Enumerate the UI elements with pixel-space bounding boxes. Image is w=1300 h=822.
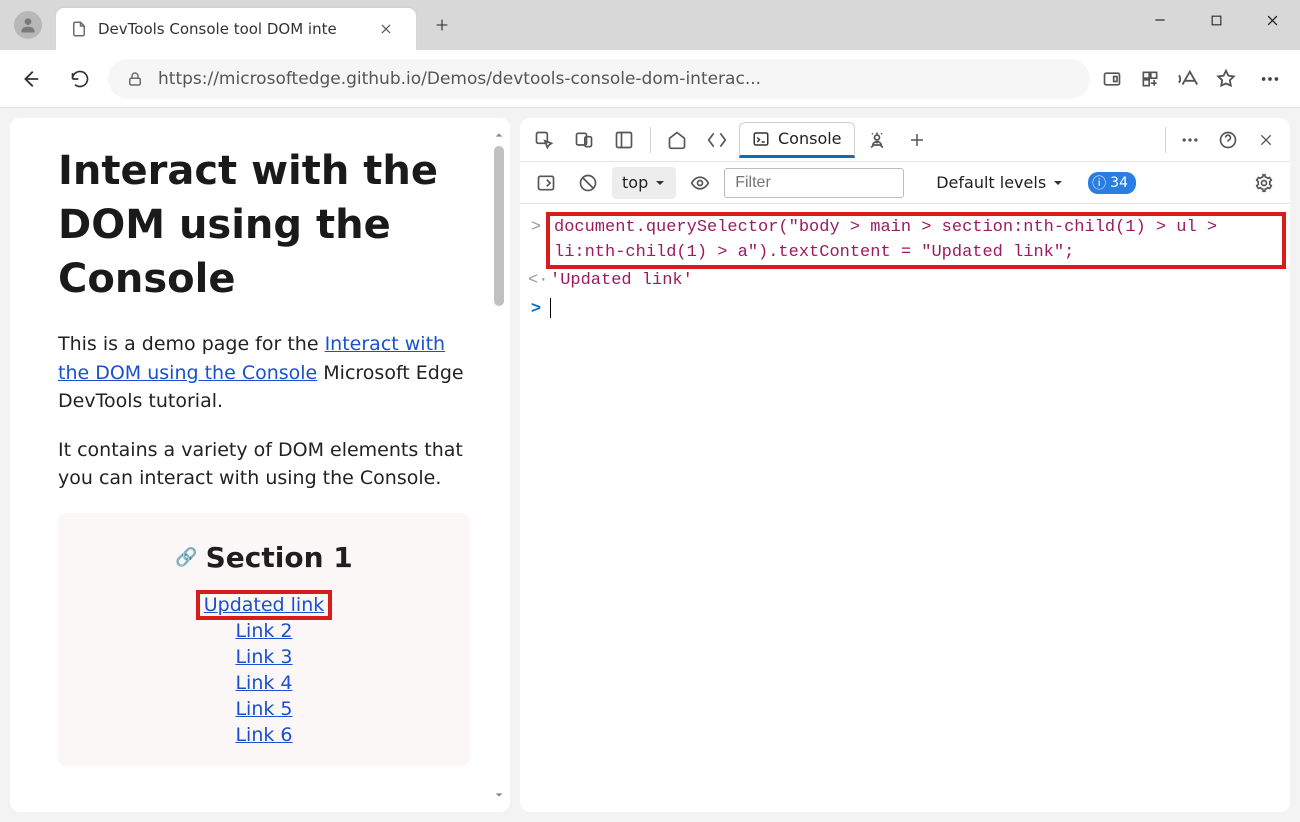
console-tab-label: Console [778,129,842,148]
console-output[interactable]: > document.querySelector("body > main > … [520,204,1290,335]
browser-toolbar: https://microsoftedge.github.io/Demos/de… [0,50,1300,108]
url-text: https://microsoftedge.github.io/Demos/de… [158,69,761,89]
section-link-updated[interactable]: Updated link [200,594,329,616]
chevron-down-icon [1052,177,1064,189]
content-area: Interact with the DOM using the Console … [0,108,1300,822]
webpage-viewport: Interact with the DOM using the Console … [10,118,510,812]
issues-badge[interactable]: 34 [1088,172,1136,194]
close-window-button[interactable] [1244,0,1300,40]
log-levels-dropdown[interactable]: Default levels [936,173,1064,192]
more-tools-icon[interactable] [1172,122,1208,158]
console-prompt-row[interactable]: > [528,296,1282,325]
more-menu-icon[interactable] [1248,63,1292,95]
separator [650,127,651,153]
section-link[interactable]: Link 5 [235,698,292,720]
description-paragraph: It contains a variety of DOM elements th… [58,436,470,493]
levels-label: Default levels [936,173,1046,192]
live-expression-icon[interactable] [682,165,718,201]
new-tab-icon[interactable] [899,122,935,158]
issues-count: 34 [1110,175,1128,191]
section-title-text: Section 1 [206,541,353,574]
context-label: top [622,173,648,192]
list-item: Link 5 [78,698,450,720]
console-toolbar: top Default levels 34 [520,162,1290,204]
list-item: Updated link [78,594,450,616]
separator [1165,127,1166,153]
console-code-highlight: document.querySelector("body > main > se… [550,216,1282,265]
section-link[interactable]: Link 3 [235,646,292,668]
address-bar[interactable]: https://microsoftedge.github.io/Demos/de… [108,59,1090,99]
browser-tab[interactable]: DevTools Console tool DOM inte [56,8,416,50]
help-icon[interactable] [1210,122,1246,158]
section-link[interactable]: Link 4 [235,672,292,694]
profile-button[interactable] [0,0,56,50]
list-item: Link 3 [78,646,450,668]
close-devtools-icon[interactable] [1248,122,1284,158]
favorite-icon[interactable] [1210,63,1242,95]
console-result-row: <· 'Updated link' [528,267,1282,296]
list-item: Link 2 [78,620,450,642]
console-tab[interactable]: Console [739,122,855,158]
console-result: 'Updated link' [550,269,693,294]
section-heading: 🔗 Section 1 [175,541,353,574]
elements-tab-icon[interactable] [699,122,735,158]
page-icon [70,20,88,38]
sources-tab-icon[interactable] [859,122,895,158]
section-link-list: Updated link Link 2 Link 3 Link 4 Link 5… [78,594,450,746]
avatar-icon [14,11,42,39]
section-link[interactable]: Link 2 [235,620,292,642]
devtools-panel: Console [520,118,1290,812]
section-card: 🔗 Section 1 Updated link Link 2 Link 3 L… [58,513,470,766]
minimize-button[interactable] [1132,0,1188,40]
chevron-down-icon [654,177,666,189]
text-cursor [550,298,551,318]
filter-input[interactable] [724,168,904,198]
clear-console-icon[interactable] [570,165,606,201]
welcome-tab-icon[interactable] [659,122,695,158]
read-aloud-icon[interactable] [1172,63,1204,95]
console-input-row: > document.querySelector("body > main > … [528,214,1282,267]
toggle-sidebar-icon[interactable] [528,165,564,201]
devtools-tabbar: Console [520,118,1290,162]
console-settings-icon[interactable] [1246,165,1282,201]
maximize-button[interactable] [1188,0,1244,40]
context-selector[interactable]: top [612,167,676,199]
page-title: Interact with the DOM using the Console [58,144,470,306]
back-button[interactable] [8,63,52,95]
scrollbar-thumb[interactable] [494,146,504,306]
intro-text-before: This is a demo page for the [58,333,325,355]
reading-view-icon[interactable] [1096,63,1128,95]
window-titlebar: DevTools Console tool DOM inte [0,0,1300,50]
prompt-icon: > [528,298,544,323]
intro-paragraph: This is a demo page for the Interact wit… [58,330,470,416]
close-tab-icon[interactable] [370,13,402,45]
window-controls [1132,0,1300,40]
scroll-up-icon[interactable] [494,130,504,140]
scrollbar-track[interactable] [492,126,506,804]
dock-side-icon[interactable] [606,122,642,158]
collections-icon[interactable] [1134,63,1166,95]
input-prompt-icon: > [528,216,544,241]
list-item: Link 4 [78,672,450,694]
scroll-down-icon[interactable] [494,790,504,800]
device-emulation-icon[interactable] [566,122,602,158]
section-link[interactable]: Link 6 [235,724,292,746]
tab-title: DevTools Console tool DOM inte [98,20,360,38]
lock-icon [126,70,144,88]
anchor-icon[interactable]: 🔗 [175,547,197,568]
list-item: Link 6 [78,724,450,746]
inspect-element-icon[interactable] [526,122,562,158]
new-tab-button[interactable] [426,9,458,41]
refresh-button[interactable] [58,63,102,95]
output-indicator-icon: <· [528,269,544,294]
